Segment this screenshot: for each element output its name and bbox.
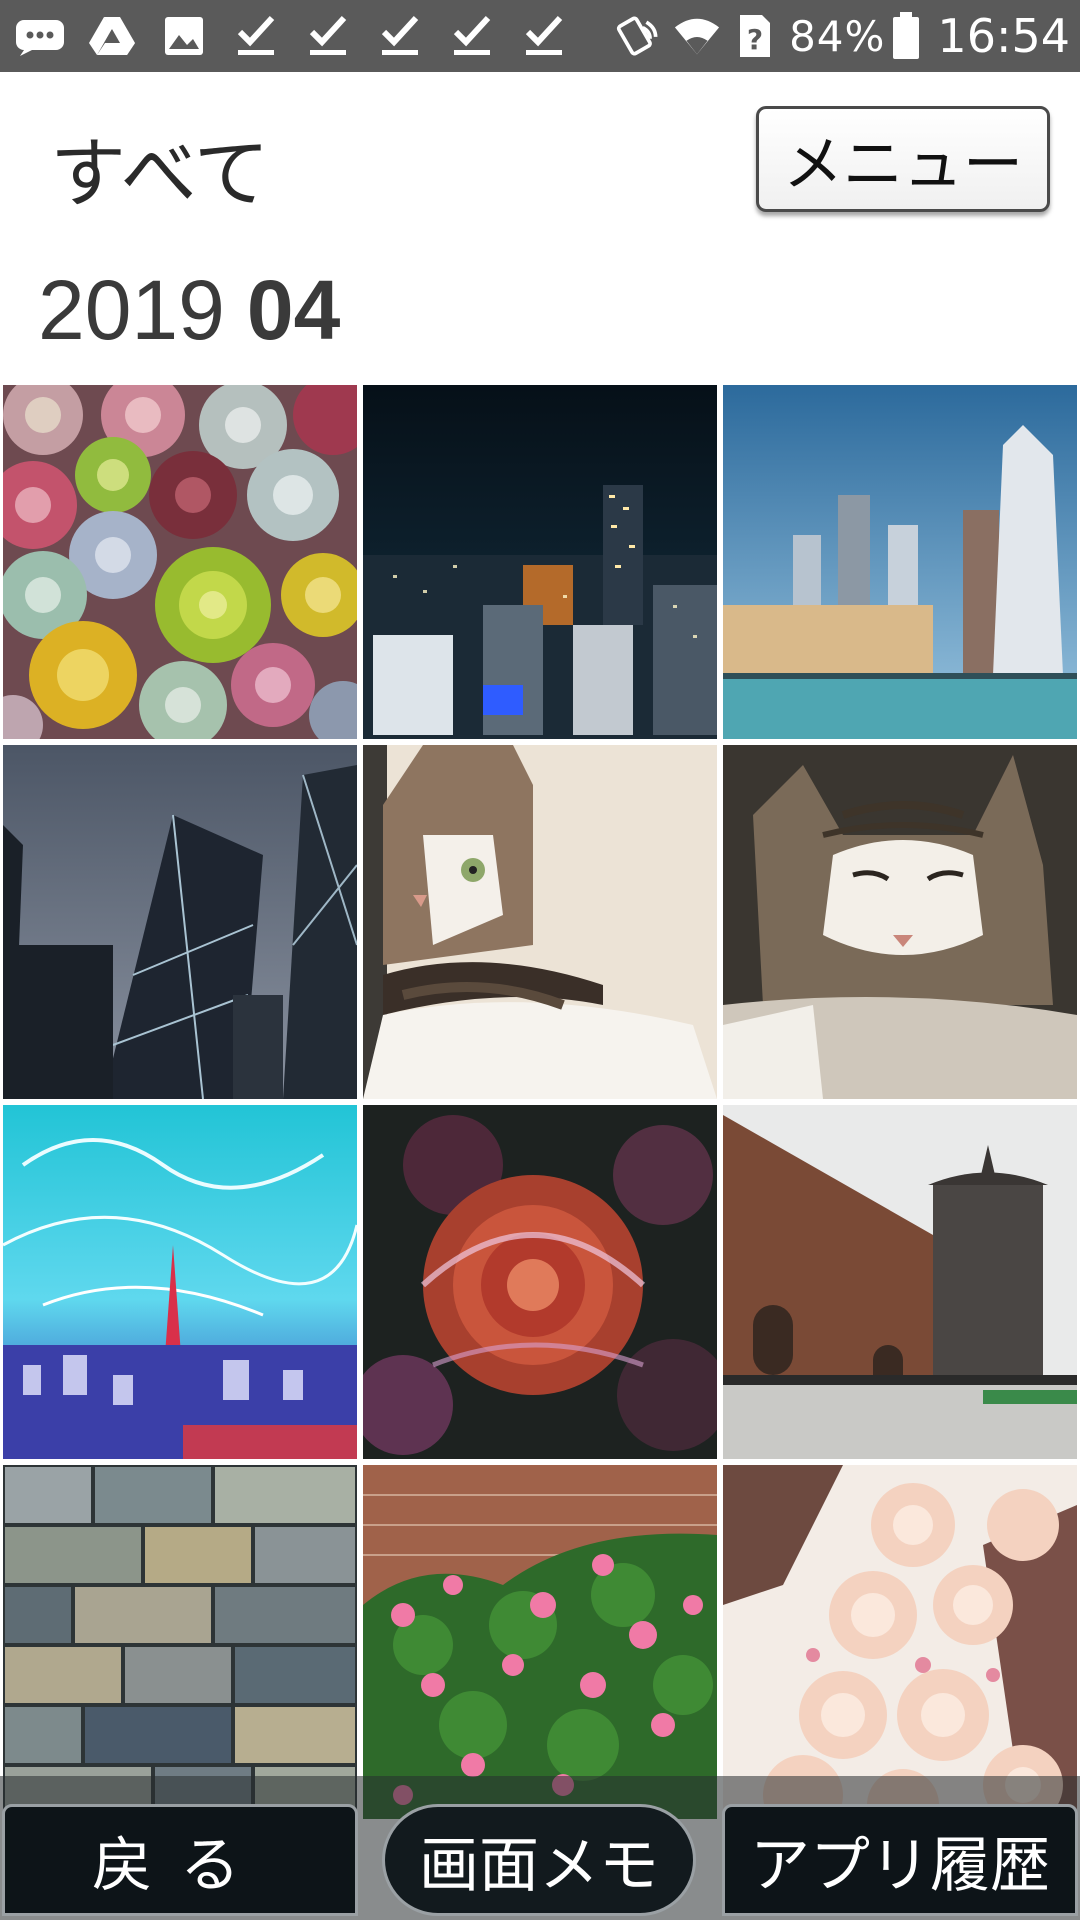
photo-thumbnail[interactable] xyxy=(363,1465,717,1819)
app-header: すべて メニュー xyxy=(0,72,1080,232)
sim-unknown-icon: ? xyxy=(731,12,779,60)
clock: 16:54 xyxy=(937,9,1070,63)
skyscrapers-photo xyxy=(723,385,1077,739)
peach-roses-photo xyxy=(723,1465,1077,1819)
date-year: 2019 xyxy=(38,263,225,357)
message-icon xyxy=(12,12,68,60)
check-icon xyxy=(444,12,500,60)
app-history-button[interactable]: アプリ履歴 xyxy=(722,1804,1078,1916)
photo-grid xyxy=(3,385,1079,1819)
check-icon xyxy=(228,12,284,60)
date-month: 04 xyxy=(246,263,341,357)
red-rose-photo xyxy=(363,1105,717,1459)
castle-photo xyxy=(723,1105,1077,1459)
photo-thumbnail[interactable] xyxy=(723,745,1077,1099)
battery-percentage: 84% xyxy=(789,11,886,61)
status-bar: ? 84% 16:54 xyxy=(0,0,1080,72)
photo-thumbnail[interactable] xyxy=(3,1465,357,1819)
photo-thumbnail[interactable] xyxy=(363,1105,717,1459)
wifi-icon xyxy=(673,12,721,60)
nfc-icon xyxy=(615,12,663,60)
photo-thumbnail[interactable] xyxy=(723,385,1077,739)
menu-button[interactable]: メニュー xyxy=(756,106,1050,212)
light-art-photo xyxy=(3,1105,357,1459)
succulents-photo xyxy=(3,385,357,739)
night-city-photo xyxy=(363,385,717,739)
drive-icon xyxy=(84,12,140,60)
photo-thumbnail[interactable] xyxy=(363,385,717,739)
photo-thumbnail[interactable] xyxy=(363,745,717,1099)
check-icon xyxy=(300,12,356,60)
stone-wall-photo xyxy=(3,1465,357,1819)
bottom-navigation-bar: 戻る 画面メモ アプリ履歴 xyxy=(0,1776,1080,1920)
pink-roses-photo xyxy=(363,1465,717,1819)
photo-thumbnail[interactable] xyxy=(723,1105,1077,1459)
glass-towers-photo xyxy=(3,745,357,1099)
photo-thumbnail[interactable] xyxy=(3,1105,357,1459)
tabby-cat-photo xyxy=(363,745,717,1099)
svg-text:?: ? xyxy=(747,23,763,56)
back-button[interactable]: 戻る xyxy=(2,1804,358,1916)
sleeping-cat-photo xyxy=(723,745,1077,1099)
screen-memo-button[interactable]: 画面メモ xyxy=(382,1804,696,1916)
check-icon xyxy=(516,12,572,60)
photo-thumbnail[interactable] xyxy=(3,745,357,1099)
gallery-icon xyxy=(156,12,212,60)
photo-thumbnail[interactable] xyxy=(3,385,357,739)
date-section-heading: 2019 04 xyxy=(38,262,340,359)
photo-thumbnail[interactable] xyxy=(723,1465,1077,1819)
page-title: すべて xyxy=(50,129,270,218)
check-icon xyxy=(372,12,428,60)
battery-icon xyxy=(891,12,921,60)
